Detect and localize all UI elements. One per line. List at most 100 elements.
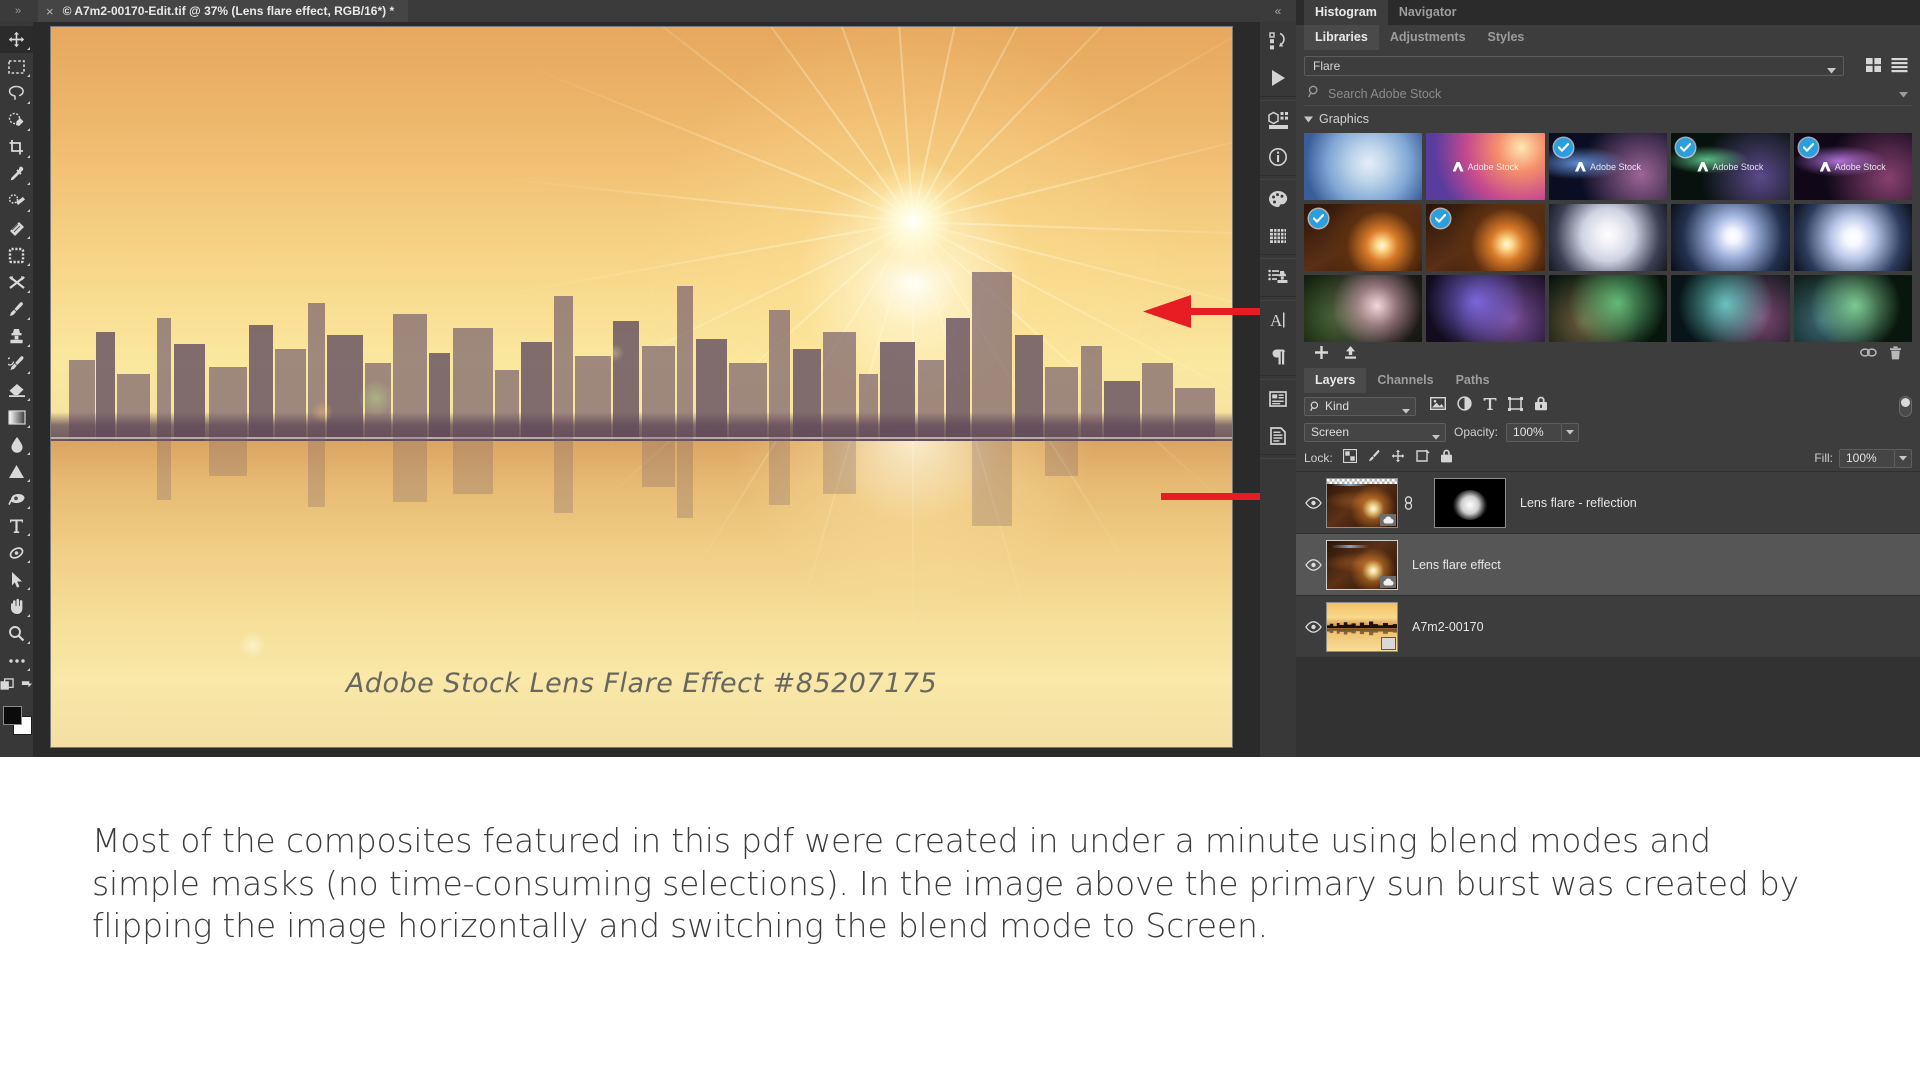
- adobe-stock-search[interactable]: Search Adobe Stock: [1304, 82, 1912, 106]
- layer-name[interactable]: A7m2-00170: [1412, 620, 1484, 634]
- layer-visibility-icon[interactable]: [1300, 620, 1326, 633]
- marquee-tool[interactable]: [0, 53, 33, 80]
- layer-name[interactable]: Lens flare effect: [1412, 558, 1501, 572]
- layer-thumbnail[interactable]: [1326, 477, 1398, 528]
- graphic-thumbnail[interactable]: [1426, 275, 1545, 342]
- lock-position-icon[interactable]: [1391, 449, 1405, 468]
- eyedropper-tool[interactable]: [0, 161, 33, 188]
- mask-link-icon[interactable]: [1400, 495, 1416, 510]
- tab-paths[interactable]: Paths: [1445, 368, 1501, 393]
- graphic-thumbnail[interactable]: [1548, 275, 1668, 342]
- clone-source-icon[interactable]: [1260, 259, 1296, 296]
- graphic-thumbnail[interactable]: Adobe Stock: [1671, 133, 1790, 200]
- info-icon[interactable]: [1260, 138, 1296, 175]
- history-icon[interactable]: [1260, 22, 1296, 59]
- foreground-color-swatch[interactable]: [3, 706, 22, 725]
- crop-tool[interactable]: [0, 134, 33, 161]
- layer-filter-kind-select[interactable]: Kind: [1304, 396, 1416, 416]
- graphics-section-header[interactable]: Graphics: [1304, 108, 1912, 130]
- direct-selection-tool[interactable]: [0, 566, 33, 593]
- lasso-tool[interactable]: [0, 80, 33, 107]
- close-icon[interactable]: ×: [46, 5, 54, 18]
- lock-transparent-icon[interactable]: [1342, 448, 1357, 468]
- type-tool[interactable]: [0, 512, 33, 539]
- layer-mask-thumbnail[interactable]: [1434, 477, 1506, 528]
- layer-row[interactable]: Lens flare effect: [1296, 533, 1920, 595]
- graphic-thumbnail[interactable]: [1548, 204, 1668, 271]
- frame-tool[interactable]: [0, 242, 33, 269]
- search-input[interactable]: Search Adobe Stock: [1328, 87, 1441, 101]
- layer-row[interactable]: A7m2-00170: [1296, 595, 1920, 657]
- actions-icon[interactable]: [1260, 59, 1296, 96]
- graphic-thumbnail[interactable]: Adobe Stock: [1426, 133, 1545, 200]
- library-select[interactable]: Flare: [1304, 56, 1844, 76]
- layer-visibility-icon[interactable]: [1300, 496, 1326, 509]
- spot-healing-brush-tool[interactable]: [0, 188, 33, 215]
- link-icon[interactable]: [1860, 346, 1877, 365]
- graphic-thumbnail[interactable]: Adobe Stock: [1793, 133, 1912, 200]
- graphic-thumbnail[interactable]: [1304, 275, 1423, 342]
- trash-icon[interactable]: [1889, 345, 1902, 365]
- move-tool[interactable]: [0, 26, 33, 53]
- graphic-thumbnail[interactable]: Adobe Stock: [1548, 133, 1668, 200]
- color-icon[interactable]: [1260, 180, 1296, 217]
- tab-layers[interactable]: Layers: [1304, 368, 1367, 393]
- pixel-filter-icon[interactable]: [1429, 396, 1447, 415]
- layer-thumbnail[interactable]: [1326, 601, 1398, 652]
- blend-mode-select[interactable]: Screen: [1304, 422, 1446, 442]
- character-styles-icon[interactable]: [1260, 380, 1296, 417]
- path-selection-tool[interactable]: [0, 539, 33, 566]
- upload-icon[interactable]: [1343, 345, 1358, 365]
- fill-stepper[interactable]: [1895, 448, 1912, 468]
- lock-all-icon[interactable]: [1440, 449, 1453, 468]
- add-item-icon[interactable]: [1314, 345, 1329, 365]
- document-image[interactable]: Adobe Stock Lens Flare Effect #85207175: [50, 26, 1233, 748]
- patch-tool[interactable]: [0, 215, 33, 242]
- clone-stamp-tool[interactable]: [0, 323, 33, 350]
- tab-navigator[interactable]: Navigator: [1388, 0, 1468, 25]
- brush-tool[interactable]: [0, 296, 33, 323]
- properties-icon[interactable]: [1260, 101, 1296, 138]
- expand-chevron-icon[interactable]: »: [4, 1, 32, 21]
- graphic-thumbnail[interactable]: [1426, 204, 1545, 271]
- blur-tool[interactable]: [0, 431, 33, 458]
- layer-thumbnail[interactable]: [1326, 539, 1398, 590]
- adjustment-filter-icon[interactable]: [1457, 396, 1472, 416]
- character-icon[interactable]: A: [1260, 301, 1296, 338]
- tab-adjustments[interactable]: Adjustments: [1379, 25, 1477, 50]
- fill-input[interactable]: 100%: [1839, 448, 1895, 468]
- paragraph-icon[interactable]: [1260, 338, 1296, 375]
- opacity-input[interactable]: 100%: [1506, 422, 1563, 442]
- quick-selection-tool[interactable]: [0, 107, 33, 134]
- smartobject-filter-icon[interactable]: [1534, 396, 1548, 416]
- paragraph-styles-icon[interactable]: [1260, 417, 1296, 454]
- shuffle-tool[interactable]: [0, 269, 33, 296]
- tab-histogram[interactable]: Histogram: [1304, 0, 1388, 25]
- edit-toolbar-tool[interactable]: [0, 647, 33, 674]
- grid-view-icon[interactable]: [1865, 57, 1882, 78]
- layer-row[interactable]: Lens flare - reflection: [1296, 471, 1920, 533]
- graphic-thumbnail[interactable]: [1304, 133, 1423, 200]
- dodge-tool[interactable]: [0, 458, 33, 485]
- eraser-tool[interactable]: [0, 377, 33, 404]
- color-swatches[interactable]: [0, 702, 33, 742]
- layer-visibility-icon[interactable]: [1300, 558, 1326, 571]
- history-brush-tool[interactable]: [0, 350, 33, 377]
- tab-styles[interactable]: Styles: [1477, 25, 1536, 50]
- zoom-tool[interactable]: [0, 620, 33, 647]
- graphic-thumbnail[interactable]: [1793, 275, 1912, 342]
- gradient-tool[interactable]: [0, 404, 33, 431]
- chevron-down-icon[interactable]: [1899, 85, 1908, 103]
- pen-tool[interactable]: [0, 485, 33, 512]
- lock-artboard-icon[interactable]: [1415, 449, 1430, 468]
- lock-image-icon[interactable]: [1367, 449, 1381, 468]
- opacity-stepper[interactable]: [1562, 422, 1580, 442]
- tab-channels[interactable]: Channels: [1366, 368, 1444, 393]
- graphic-thumbnail[interactable]: [1793, 204, 1912, 271]
- graphic-thumbnail[interactable]: [1304, 204, 1423, 271]
- collapse-panels-icon[interactable]: «: [1260, 0, 1296, 22]
- filter-enable-toggle[interactable]: [1899, 395, 1912, 417]
- document-tab[interactable]: × © A7m2-00170-Edit.tif @ 37% (Lens flar…: [38, 0, 409, 22]
- hand-tool[interactable]: [0, 593, 33, 620]
- tab-libraries[interactable]: Libraries: [1304, 25, 1379, 50]
